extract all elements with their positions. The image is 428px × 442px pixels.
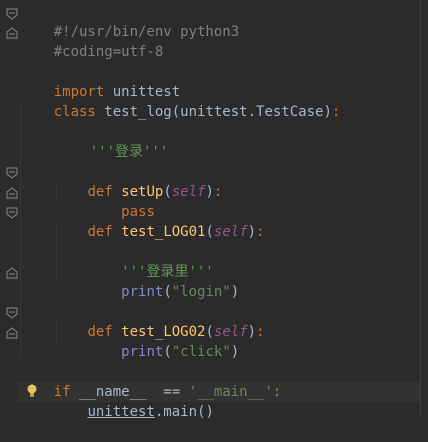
function-name: test_LOG01 bbox=[121, 224, 206, 240]
paren-open: ( bbox=[163, 284, 172, 300]
code-line[interactable]: pass bbox=[20, 182, 155, 220]
colon: : bbox=[256, 324, 265, 340]
keyword: def bbox=[87, 224, 113, 240]
comment: #coding=utf-8 bbox=[53, 44, 164, 60]
fold-marker-icon[interactable] bbox=[6, 8, 18, 20]
code-line[interactable]: if __name__ == '__main__': bbox=[20, 362, 282, 400]
paren-open: ( bbox=[163, 184, 172, 200]
colon: : bbox=[213, 184, 223, 200]
paren-close: ) bbox=[205, 184, 214, 200]
fold-marker-icon[interactable] bbox=[6, 167, 18, 179]
code-line[interactable]: def setUp(self): bbox=[20, 162, 222, 200]
fold-marker-icon[interactable] bbox=[6, 307, 18, 319]
fold-marker-icon[interactable] bbox=[6, 207, 18, 219]
self-param: self bbox=[213, 224, 248, 240]
code-line[interactable]: import unittest bbox=[20, 62, 180, 100]
keyword: class bbox=[53, 104, 96, 120]
builtin-function: print bbox=[121, 284, 164, 300]
code-line[interactable]: print("login") bbox=[20, 262, 239, 300]
colon: : bbox=[256, 224, 265, 240]
self-param: self bbox=[171, 184, 206, 200]
paren-close: ) bbox=[230, 284, 240, 300]
colon: : bbox=[331, 104, 341, 120]
paren-open: ( bbox=[205, 224, 214, 240]
class-base: (unittest.TestCase) bbox=[171, 104, 332, 120]
paren-close: ) bbox=[230, 344, 240, 360]
paren-close: ) bbox=[247, 224, 257, 240]
docstring: '''登录''' bbox=[89, 144, 169, 160]
colon: : bbox=[272, 384, 282, 400]
paren-close: ) bbox=[247, 324, 257, 340]
fold-marker-icon[interactable] bbox=[6, 27, 18, 39]
string-literal: "login" bbox=[171, 284, 231, 300]
code-line[interactable]: unittest.main() bbox=[20, 382, 213, 420]
code-line[interactable]: class test_log(unittest.TestCase): bbox=[20, 82, 341, 120]
code-line[interactable]: '''登录''' bbox=[56, 122, 169, 160]
string-literal: "click" bbox=[171, 344, 231, 360]
class-name: test_log bbox=[95, 104, 172, 120]
code-line[interactable]: '''登录里''' bbox=[20, 242, 214, 280]
fold-marker-icon[interactable] bbox=[6, 327, 18, 339]
code-line[interactable]: def test_LOG01(self): bbox=[20, 202, 264, 240]
code-line[interactable]: #!/usr/bin/env python3 bbox=[20, 2, 239, 40]
fold-marker-icon[interactable] bbox=[6, 267, 18, 279]
builtin-function: print bbox=[121, 344, 164, 360]
code-line[interactable]: def test_LOG02(self): bbox=[20, 302, 264, 340]
code-line[interactable]: #coding=utf-8 bbox=[20, 22, 164, 60]
right-margin-line bbox=[420, 0, 421, 418]
paren-open: ( bbox=[163, 344, 172, 360]
code-line[interactable]: print("click") bbox=[20, 322, 239, 360]
code-editor[interactable]: #!/usr/bin/env python3 #coding=utf-8 imp… bbox=[0, 0, 428, 420]
fold-marker-icon[interactable] bbox=[6, 187, 18, 199]
